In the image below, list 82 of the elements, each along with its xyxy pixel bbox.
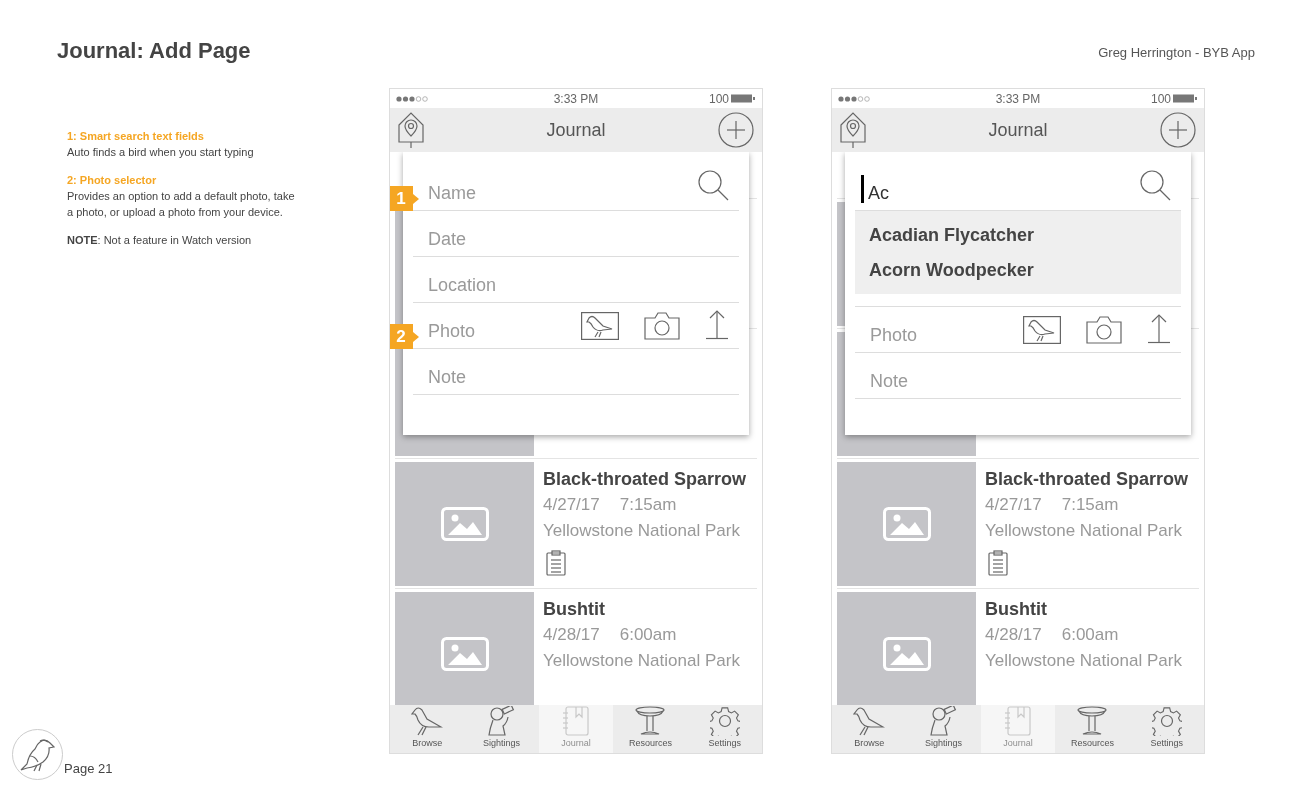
image-icon [882,637,931,671]
birdbath-icon [1076,705,1109,736]
tab-button[interactable]: Browse [390,705,465,753]
search-icon[interactable] [1139,169,1171,201]
birdhouse-pin-icon[interactable] [840,112,866,148]
notebook-icon [562,705,590,736]
tab-button[interactable]: Browse [832,705,907,753]
entry-title: Black-throated Sparrow [543,468,747,491]
field-value: Ac [868,182,889,205]
tab-button[interactable]: Resources [613,705,688,753]
image-icon [882,507,931,541]
note-heading: 1: Smart search text fields [67,129,205,144]
suggestion-item[interactable]: Acorn Woodpecker [869,258,1167,282]
add-icon[interactable] [1160,112,1196,148]
tab-button[interactable]: Sightings [464,705,539,753]
note-text: Provides an option to add a default photo, take a photo, or upload a photo from your device. [67,189,295,220]
entry-date: 4/27/17 [985,494,1042,516]
entry-date: 4/28/17 [985,624,1042,646]
notebook-icon [1004,705,1032,736]
step-marker: 2 [390,324,413,349]
search-icon[interactable] [697,169,729,201]
entry-time: 7:15am [1061,494,1119,516]
tab-button[interactable]: Resources [1055,705,1130,753]
journal-entry-row[interactable]: Black-throated Sparrow 4/27/17 7:15am Yellowstone National Park [837,459,1199,589]
entry-title: Bushtit [985,598,1048,621]
birdhouse-pin-icon[interactable] [398,112,424,148]
upload-icon[interactable] [705,310,729,340]
battery-percent: 100 [708,90,729,108]
pointer-icon [413,193,419,204]
tab-button[interactable]: Settings [1129,705,1204,753]
bird-photo-icon[interactable] [1023,316,1061,344]
battery-percent: 100 [1150,90,1171,108]
entry-time: 6:00am [619,624,677,646]
camera-icon[interactable] [644,312,680,340]
entry-date: 4/27/17 [543,494,600,516]
bird-icon [853,705,886,736]
battery-icon [731,94,756,103]
journal-entry-row[interactable]: Bushtit 4/28/17 6:00am Yellowstone National Park [837,589,1199,705]
suggestion-item[interactable]: Acadian Flycatcher [869,223,1167,247]
entry-title: Black-throated Sparrow [985,468,1189,491]
entry-time: 7:15am [619,494,677,516]
status-time: 3:33 PM [553,90,599,108]
entry-location: Yellowstone National Park [985,650,1182,672]
pointer-icon [413,331,419,342]
note-heading: 2: Photo selector [67,173,158,188]
field-placeholder: Name [428,182,476,205]
entry-time: 6:00am [1061,624,1119,646]
bird-logo-icon [19,737,56,772]
bird-photo-icon[interactable] [581,312,619,340]
name-search-field[interactable]: Ac [861,165,1139,205]
nav-title: Journal [546,118,606,142]
image-icon [440,637,489,671]
signal-icon [396,95,430,102]
birdbath-icon [634,705,667,736]
status-time: 3:33 PM [995,90,1041,108]
step-marker: 1 [390,186,413,211]
author-text: Greg Herrington - BYB App [1098,44,1255,62]
person-binoculars-icon [928,705,959,736]
settings-icon [1151,705,1182,736]
entry-location: Yellowstone National Park [543,520,741,542]
journal-entry-row[interactable]: Black-throated Sparrow 4/27/17 7:15am Yellowstone National Park [395,459,757,589]
note-text: Auto finds a bird when you start typing [67,145,255,160]
image-icon [440,507,489,541]
entry-title: Bushtit [543,598,606,621]
journal-entry-row[interactable]: Bushtit 4/28/17 6:00am Yellowstone National Park [395,589,757,705]
person-binoculars-icon [486,705,517,736]
nav-title: Journal [988,118,1048,142]
upload-icon[interactable] [1147,314,1171,344]
settings-icon [709,705,740,736]
camera-icon[interactable] [1086,316,1122,344]
page-title: Journal: Add Page [57,37,251,65]
note-text: NOTE: Not a feature in Watch version [67,233,253,248]
signal-icon [838,95,872,102]
tab-button[interactable]: Sightings [906,705,981,753]
page-number: Page 21 [64,760,113,778]
bird-icon [411,705,444,736]
entry-date: 4/28/17 [543,624,600,646]
entry-location: Yellowstone National Park [985,520,1183,542]
tab-button[interactable]: Settings [687,705,762,753]
add-icon[interactable] [718,112,754,148]
entry-location: Yellowstone National Park [543,650,740,672]
battery-icon [1173,94,1198,103]
